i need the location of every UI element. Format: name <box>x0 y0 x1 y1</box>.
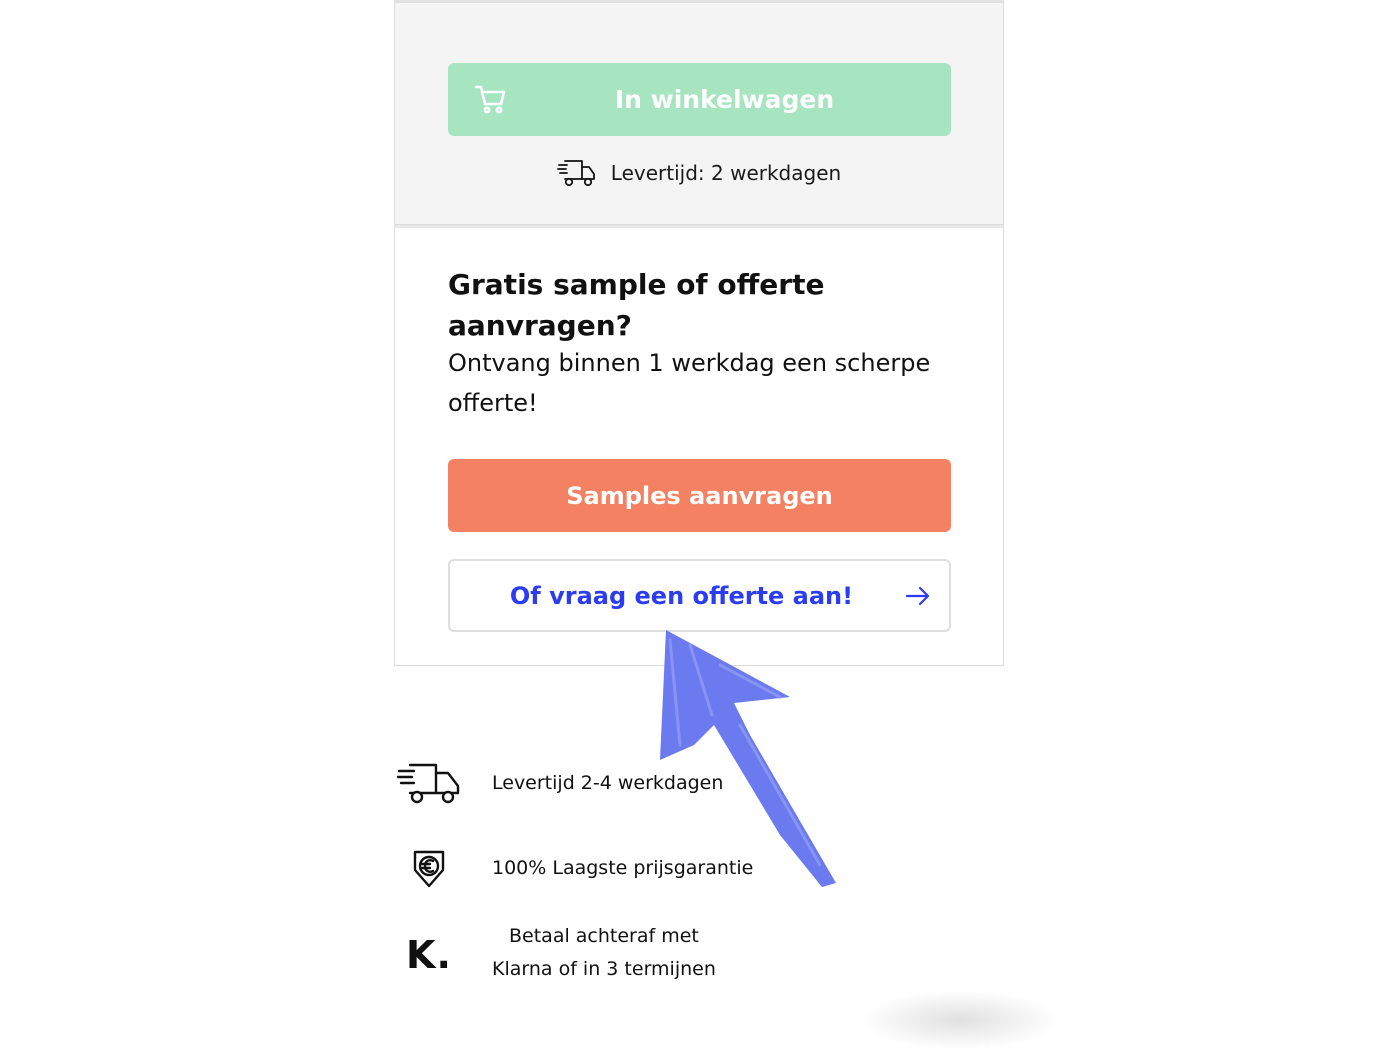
add-to-cart-button[interactable]: In winkelwagen <box>448 63 951 136</box>
sample-offer-panel: Gratis sample of offerte aanvragen? Ontv… <box>394 225 1004 666</box>
delivery-truck-icon <box>396 763 460 804</box>
usp-delivery-text: Levertijd 2-4 werkdagen <box>492 771 724 794</box>
shopping-cart-icon <box>474 85 506 114</box>
delivery-time: Levertijd: 2 werkdagen <box>395 155 1003 191</box>
delivery-time-text: Levertijd: 2 werkdagen <box>610 161 842 185</box>
usp-price-guarantee: 100% Laagste prijsgarantie <box>394 843 894 893</box>
corner-shadow <box>860 990 1060 1050</box>
usp-delivery: Levertijd 2-4 werkdagen <box>394 755 894 811</box>
delivery-truck-icon <box>556 160 595 187</box>
euro-price-tag-icon <box>413 850 445 888</box>
add-to-cart-panel: In winkelwagen Levertijd: 2 werkdagen <box>394 0 1004 225</box>
arrow-right-icon <box>905 586 930 606</box>
usp-klarna: K. Betaal achteraf met Klarna of in 3 te… <box>394 920 894 990</box>
add-to-cart-label: In winkelwagen <box>614 85 835 114</box>
request-quote-button[interactable]: Of vraag een offerte aan! <box>448 559 951 632</box>
request-samples-button[interactable]: Samples aanvragen <box>448 459 951 532</box>
usp-price-guarantee-text: 100% Laagste prijsgarantie <box>492 856 754 879</box>
sample-offer-subtext: Ontvang binnen 1 werkdag een scherpe off… <box>448 349 931 417</box>
usp-klarna-text-line2: Klarna of in 3 termijnen <box>492 958 716 980</box>
klarna-logo: K. <box>406 933 452 977</box>
sample-offer-heading: Gratis sample of offerte aanvragen? <box>448 268 825 342</box>
usp-klarna-text-line1: Betaal achteraf met <box>509 925 699 947</box>
request-quote-label: Of vraag een offerte aan! <box>509 581 854 610</box>
